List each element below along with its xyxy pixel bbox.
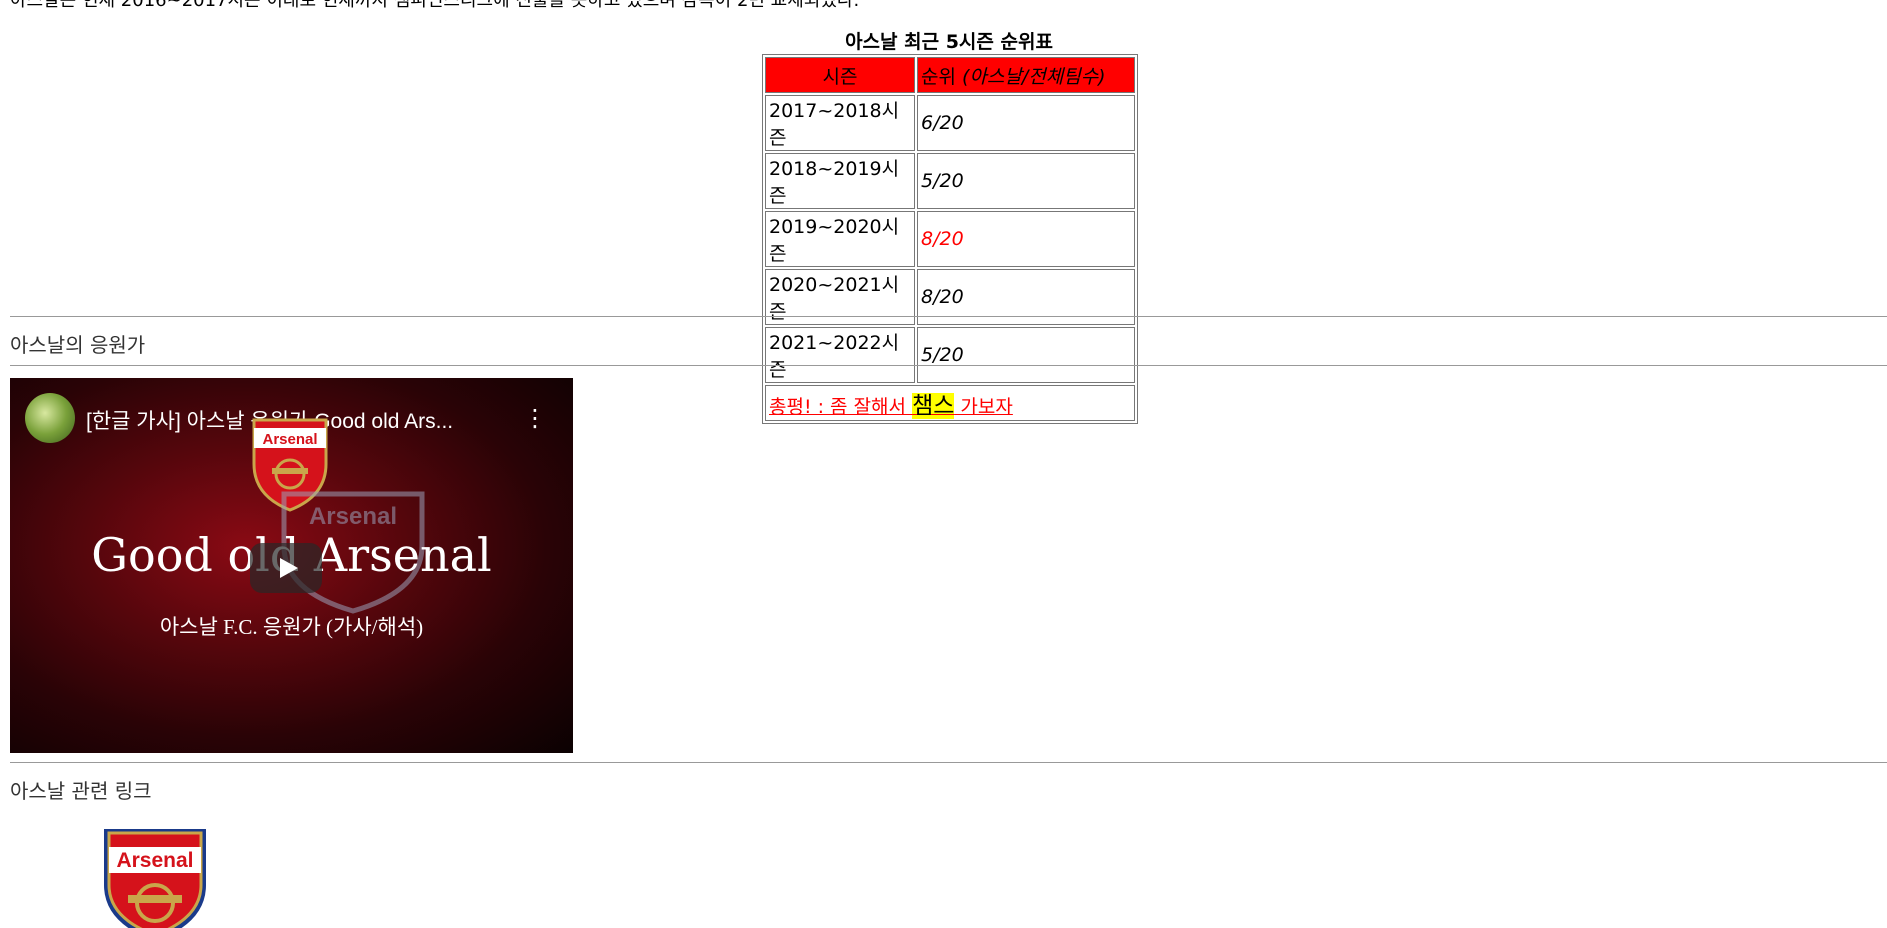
table-caption: 아스날 최근 5시즌 순위표: [845, 31, 1053, 53]
table-row: 2017~2018시즌 6/20: [765, 95, 1135, 151]
season-cell: 2021~2022시즌: [765, 327, 915, 383]
review-text: 총평! : 좀 잘해서 챔스 가보자: [769, 393, 1013, 419]
faded-crest-text: Arsenal: [309, 503, 397, 530]
rank-table: 시즌 순위 (아스날/전체팀수) 2017~2018시즌 6/20 2018~2…: [762, 54, 1138, 424]
channel-avatar[interactable]: [25, 393, 75, 443]
review-highlight: 챔스: [912, 393, 955, 419]
play-button[interactable]: [250, 543, 322, 593]
header-rank: 순위 (아스날/전체팀수): [917, 57, 1135, 93]
table-row: 2021~2022시즌 5/20: [765, 327, 1135, 383]
rank-cell-highlighted: 8/20: [917, 211, 1135, 267]
divider: [10, 316, 1887, 317]
play-icon: [280, 558, 298, 578]
arsenal-logo-link[interactable]: Arsenal: [98, 825, 212, 928]
review-cell: 총평! : 좀 잘해서 챔스 가보자: [765, 385, 1135, 421]
review-after: 가보자: [954, 396, 1013, 418]
links-section-title: 아스날 관련 링크: [10, 779, 152, 803]
rank-cell: 5/20: [917, 153, 1135, 209]
review-row: 총평! : 좀 잘해서 챔스 가보자: [765, 385, 1135, 421]
header-season: 시즌: [765, 57, 915, 93]
table-header-row: 시즌 순위 (아스날/전체팀수): [765, 57, 1135, 93]
video-player[interactable]: [한글 가사] 아스날 응원가 Good old Ars... ⋮ Arsena…: [10, 378, 573, 753]
season-cell: 2017~2018시즌: [765, 95, 915, 151]
season-cell: 2018~2019시즌: [765, 153, 915, 209]
logo-text: Arsenal: [116, 849, 193, 872]
rank-cell: 6/20: [917, 95, 1135, 151]
rank-cell: 5/20: [917, 327, 1135, 383]
divider: [10, 365, 1887, 366]
review-before: 총평! : 좀 잘해서: [769, 396, 913, 418]
crest-text: Arsenal: [262, 431, 317, 448]
intro-text: 아스날은 현재 2016~2017시즌 이래로 현재까지 챔피언스리그에 진출을…: [10, 0, 860, 11]
divider: [10, 762, 1887, 763]
video-sub-text: 아스날 F.C. 응원가 (가사/해석): [159, 615, 424, 639]
table-row: 2018~2019시즌 5/20: [765, 153, 1135, 209]
more-vertical-icon[interactable]: ⋮: [523, 404, 547, 432]
season-cell: 2019~2020시즌: [765, 211, 915, 267]
header-rank-detail: (아스날/전체팀수): [962, 65, 1106, 88]
table-row: 2019~2020시즌 8/20: [765, 211, 1135, 267]
anthem-section-title: 아스날의 응원가: [10, 333, 146, 357]
header-rank-prefix: 순위: [921, 65, 962, 88]
